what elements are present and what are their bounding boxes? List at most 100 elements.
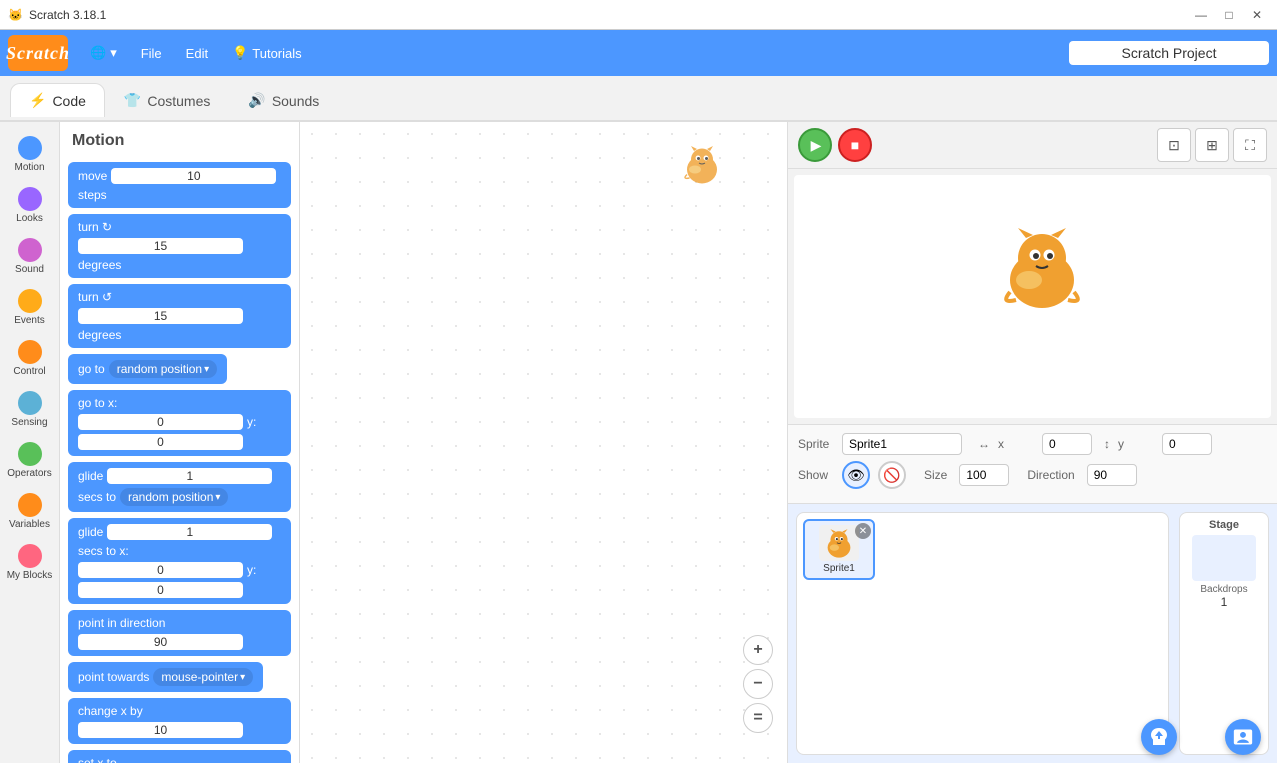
block-turncw-input[interactable] [78, 238, 243, 254]
close-button[interactable]: ✕ [1245, 5, 1269, 25]
block-pointtowards-dropdown[interactable]: mouse-pointer [153, 668, 253, 686]
block-turn-ccw[interactable]: turn ↺ degrees [68, 284, 291, 348]
sidebar-item-sound[interactable]: Sound [3, 232, 57, 281]
y-arrow-icon: ↕ [1104, 437, 1110, 451]
zoom-in-button[interactable]: + [743, 635, 773, 665]
scratch-logo[interactable]: Scratch [8, 35, 68, 71]
show-hidden-button[interactable]: 🚫 [878, 461, 906, 489]
block-gliderandom-label2: secs to [78, 490, 116, 504]
project-name-input[interactable] [1069, 41, 1269, 65]
operators-dot [18, 442, 42, 466]
sprite-info: Sprite ↔ x ↕ y Show 👁 🚫 Size Direction [788, 424, 1277, 503]
scripting-area[interactable]: + − = [300, 122, 787, 763]
zoom-reset-button[interactable]: = [743, 703, 773, 733]
block-glidexy-x-input[interactable] [78, 562, 243, 578]
control-dot [18, 340, 42, 364]
block-glidexy-y-input[interactable] [78, 582, 243, 598]
sprite-list-area: ✕ [788, 503, 1277, 763]
sprite-name-input[interactable] [842, 433, 962, 455]
add-sprite-cat-icon [1147, 725, 1171, 749]
looks-label: Looks [16, 213, 43, 224]
block-move[interactable]: move steps [68, 162, 291, 208]
costumes-icon: 👕 [124, 92, 141, 109]
motion-label: Motion [14, 162, 44, 173]
block-gotoxy-label2: y: [247, 415, 256, 429]
add-backdrop-button[interactable] [1225, 719, 1261, 755]
block-move-steps-input[interactable] [111, 168, 276, 184]
app-icon: 🐱 [8, 8, 23, 22]
block-goto-label: go to [78, 362, 105, 376]
tab-code[interactable]: ⚡ Code [10, 83, 105, 117]
sprite-label: Sprite [798, 437, 834, 451]
blocks-title: Motion [68, 132, 291, 150]
y-value-input[interactable] [1162, 433, 1212, 455]
stop-button[interactable] [838, 128, 872, 162]
block-gliderandom-secs-input[interactable] [107, 468, 272, 484]
x-value-input[interactable] [1042, 433, 1092, 455]
block-changex-input[interactable] [78, 722, 243, 738]
block-gotoxy-x-input[interactable] [78, 414, 243, 430]
block-pointdir-input[interactable] [78, 634, 243, 650]
tutorials-label: Tutorials [252, 46, 301, 61]
scripting-cat-sprite [677, 142, 727, 196]
file-menu[interactable]: File [131, 42, 172, 65]
zoom-out-button[interactable]: − [743, 669, 773, 699]
block-point-towards[interactable]: point towards mouse-pointer [68, 662, 263, 692]
block-glide-xy[interactable]: glide secs to x: y: [68, 518, 291, 604]
block-gotoxy-y-input[interactable] [78, 434, 243, 450]
sounds-tab-label: Sounds [272, 93, 319, 109]
block-goto[interactable]: go to random position [68, 354, 227, 384]
stage-cat-sprite [992, 222, 1092, 312]
sidebar-item-control[interactable]: Control [3, 334, 57, 383]
variables-dot [18, 493, 42, 517]
sidebar-item-sensing[interactable]: Sensing [3, 385, 57, 434]
small-stage-button[interactable]: ⊡ [1157, 128, 1191, 162]
tutorials-button[interactable]: 💡 Tutorials [222, 41, 312, 65]
sidebar-item-looks[interactable]: Looks [3, 181, 57, 230]
sprite-thumb-sprite1[interactable]: ✕ [803, 519, 875, 580]
sidebar-item-myblocks[interactable]: My Blocks [3, 538, 57, 587]
code-icon: ⚡ [29, 92, 46, 109]
main-layout: Motion Looks Sound Events Control Sensin… [0, 122, 1277, 763]
stage-controls: ⊡ ⊞ ⛶ [788, 122, 1277, 169]
stage-thumb [1192, 535, 1256, 581]
block-change-x[interactable]: change x by [68, 698, 291, 744]
block-gliderandom-dropdown[interactable]: random position [120, 488, 228, 506]
backdrops-count: 1 [1221, 595, 1228, 609]
direction-input[interactable] [1087, 464, 1137, 486]
tab-costumes[interactable]: 👕 Costumes [105, 83, 229, 117]
maximize-button[interactable]: □ [1217, 5, 1241, 25]
block-turnccw-label2: degrees [78, 328, 121, 342]
block-goto-xy[interactable]: go to x: y: [68, 390, 291, 456]
tab-sounds[interactable]: 🔊 Sounds [229, 83, 338, 117]
stage-thumbnail-panel[interactable]: Stage Backdrops 1 [1179, 512, 1269, 755]
sidebar-item-operators[interactable]: Operators [3, 436, 57, 485]
stage-canvas[interactable] [794, 175, 1271, 418]
sprite-delete-button[interactable]: ✕ [855, 523, 871, 539]
block-turn-cw[interactable]: turn ↻ degrees [68, 214, 291, 278]
add-sprite-button[interactable] [1141, 719, 1177, 755]
normal-stage-button[interactable]: ⊞ [1195, 128, 1229, 162]
events-dot [18, 289, 42, 313]
block-turnccw-input[interactable] [78, 308, 243, 324]
minimize-button[interactable]: — [1189, 5, 1213, 25]
block-glidexy-secs-input[interactable] [107, 524, 272, 540]
block-glide-random[interactable]: glide secs to random position [68, 462, 291, 512]
backdrops-label: Backdrops [1200, 584, 1247, 595]
fullscreen-button[interactable]: ⛶ [1233, 128, 1267, 162]
block-glidexy-label3: y: [247, 563, 256, 577]
globe-menu[interactable]: 🌐 ▾ [80, 41, 127, 65]
sidebar-item-events[interactable]: Events [3, 283, 57, 332]
logo-text: Scratch [6, 43, 70, 64]
block-turncw-label2: degrees [78, 258, 121, 272]
sidebar-item-variables[interactable]: Variables [3, 487, 57, 536]
stage-panel-title: Stage [1209, 519, 1239, 531]
green-flag-button[interactable] [798, 128, 832, 162]
edit-menu[interactable]: Edit [176, 42, 218, 65]
block-set-x[interactable]: set x to [68, 750, 291, 763]
size-input[interactable] [959, 464, 1009, 486]
show-visible-button[interactable]: 👁 [842, 461, 870, 489]
block-goto-dropdown[interactable]: random position [109, 360, 217, 378]
block-point-dir[interactable]: point in direction [68, 610, 291, 656]
sidebar-item-motion[interactable]: Motion [3, 130, 57, 179]
